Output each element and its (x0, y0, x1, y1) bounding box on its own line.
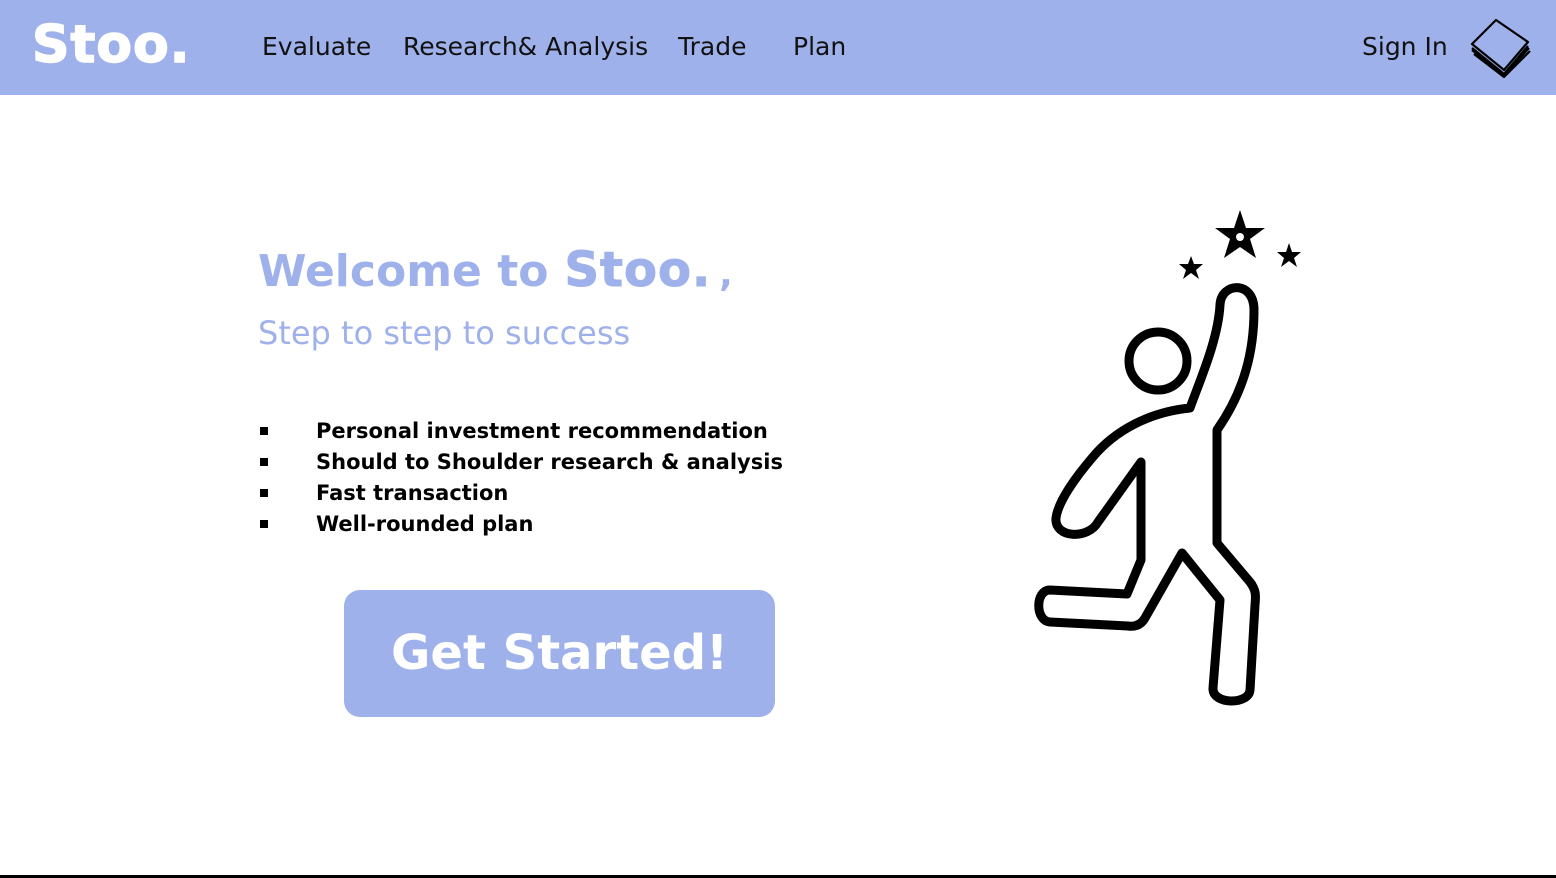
welcome-brand: Stoo. (564, 242, 712, 299)
feature-list: Personal investment recommendation Shoul… (258, 416, 783, 540)
get-started-button[interactable]: Get Started! (344, 590, 775, 717)
sign-in-link[interactable]: Sign In (1362, 31, 1448, 63)
feature-item: Fast transaction (258, 478, 783, 509)
welcome-comma: , (719, 254, 733, 295)
bullet-icon (260, 458, 268, 466)
feature-item: Personal investment recommendation (258, 416, 783, 447)
bullet-icon (260, 520, 268, 528)
feature-item: Should to Shoulder research & analysis (258, 447, 783, 478)
landing-page: Stoo. Evaluate Research& Analysis Trade … (0, 0, 1556, 878)
nav-evaluate[interactable]: Evaluate (262, 31, 371, 63)
welcome-text: Welcome to (258, 246, 549, 297)
bullet-icon (260, 489, 268, 497)
logo[interactable]: Stoo. (31, 10, 191, 80)
bullet-icon (260, 427, 268, 435)
nav-plan[interactable]: Plan (793, 31, 846, 63)
tagline: Step to step to success (258, 314, 631, 352)
nav-research-analysis[interactable]: Research& Analysis (403, 31, 648, 63)
person-reaching-stars-icon (1034, 210, 1301, 706)
welcome-heading: Welcome to Stoo., (258, 240, 733, 305)
feature-text: Should to Shoulder research & analysis (316, 450, 783, 474)
feature-text: Fast transaction (316, 481, 509, 505)
feature-text: Personal investment recommendation (316, 419, 768, 443)
nav-trade[interactable]: Trade (678, 31, 746, 63)
top-navbar: Stoo. Evaluate Research& Analysis Trade … (0, 0, 1556, 95)
stacked-pages-icon[interactable] (1466, 12, 1532, 78)
feature-text: Well-rounded plan (316, 512, 534, 536)
feature-item: Well-rounded plan (258, 509, 783, 540)
